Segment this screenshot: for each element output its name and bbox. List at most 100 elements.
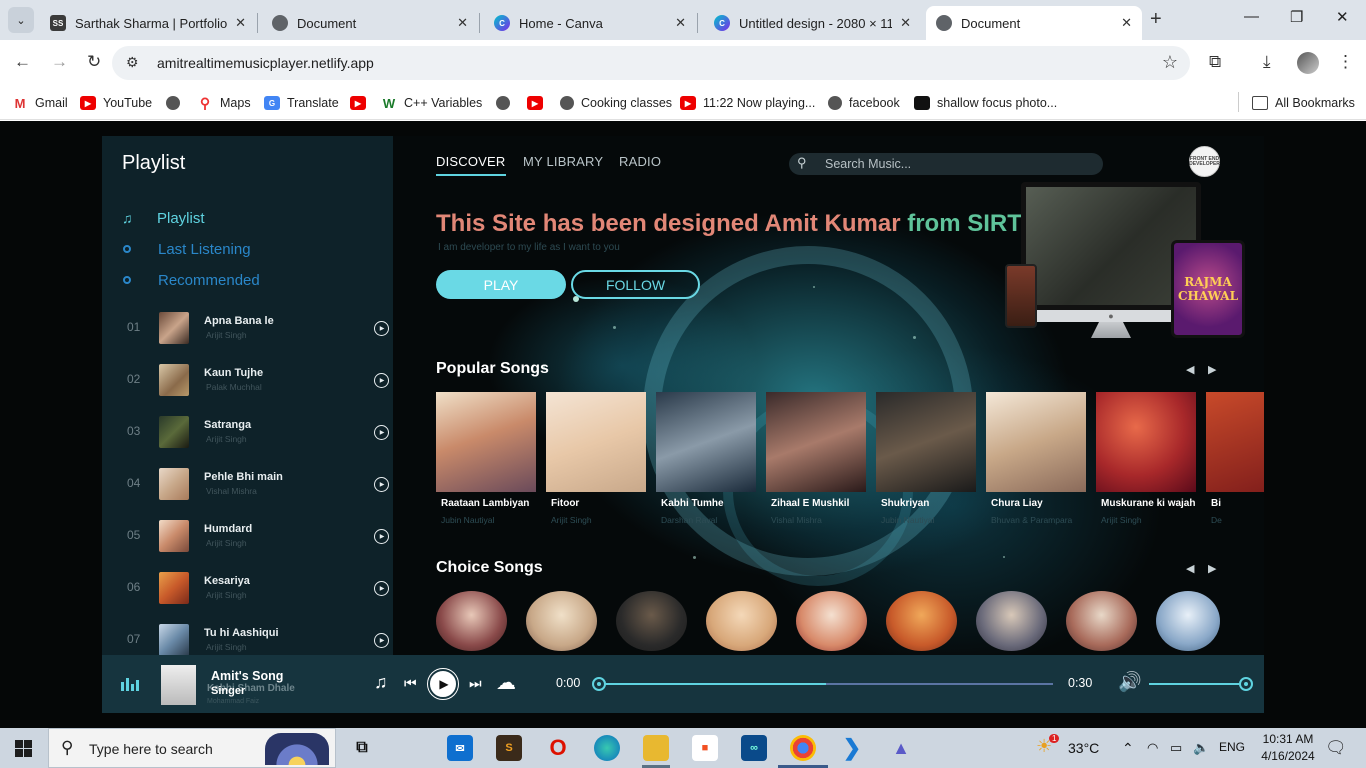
profile-avatar[interactable] — [1297, 52, 1319, 74]
close-window-button[interactable]: ✕ — [1336, 8, 1349, 26]
bookmark-translate[interactable]: G Translate — [264, 93, 339, 113]
minimize-button[interactable]: — — [1244, 8, 1259, 25]
choice-song-circle[interactable] — [796, 591, 867, 651]
carousel-prev-icon[interactable]: ◀ — [1186, 562, 1194, 575]
back-icon[interactable]: ← — [14, 52, 31, 72]
bookmark-globe-2[interactable] — [496, 93, 517, 113]
tab-search-button[interactable]: ⌄ — [8, 7, 34, 33]
close-tab-icon[interactable]: ✕ — [1121, 15, 1132, 31]
battery-icon[interactable]: ▭ — [1170, 740, 1182, 756]
choice-song-circle[interactable] — [1066, 591, 1137, 651]
follow-button[interactable]: FOLLOW — [571, 270, 700, 299]
site-info-icon[interactable]: ⚙ — [126, 54, 139, 71]
carousel-prev-icon[interactable]: ◀ — [1186, 363, 1194, 376]
tab-my-library[interactable]: MY LIBRARY — [523, 154, 603, 169]
address-bar[interactable]: ⚙ amitrealtimemusicplayer.netlify.app ☆ — [112, 46, 1190, 80]
song-card[interactable]: Raataan Lambiyan Jubin Nautiyal — [436, 392, 536, 525]
taskbar-search-box[interactable]: ⚲ Type here to search — [48, 728, 336, 768]
song-card[interactable]: Muskurane ki wajah Arijit Singh — [1096, 392, 1196, 525]
microsoft-store-icon[interactable]: ■ — [692, 735, 718, 761]
close-tab-icon[interactable]: ✕ — [235, 15, 246, 31]
sublime-text-icon[interactable]: S — [496, 735, 522, 761]
vscode-icon[interactable]: ❯ — [839, 735, 865, 761]
volume-handle[interactable] — [1239, 677, 1253, 691]
tab-discover[interactable]: DISCOVER — [436, 154, 506, 176]
choice-song-circle[interactable] — [1156, 591, 1220, 651]
skip-next-icon[interactable]: ⏭ — [469, 675, 482, 692]
opera-icon[interactable]: O — [545, 735, 571, 761]
song-card[interactable]: Kabhi Tumhe Darshan Raval — [656, 392, 756, 525]
choice-song-circle[interactable] — [886, 591, 957, 651]
browser-tab[interactable]: C Home - Canva ✕ — [484, 6, 696, 40]
restore-button[interactable]: ❐ — [1290, 8, 1303, 26]
bookmark-youtube-3[interactable]: ▶ — [527, 93, 550, 113]
playlist-row[interactable]: 02 Kaun Tujhe Palak Muchhal ▶ — [102, 360, 393, 400]
file-explorer-icon[interactable] — [643, 735, 669, 761]
song-card[interactable]: Shukriyan Jubin Nautiyal — [876, 392, 976, 525]
forward-icon[interactable]: → — [51, 52, 68, 72]
choice-song-circle[interactable] — [436, 591, 507, 651]
browser-tab[interactable]: C Untitled design - 2080 × 115 ✕ — [704, 6, 921, 40]
notification-icon[interactable]: 🗨 — [1325, 738, 1347, 758]
all-bookmarks-button[interactable]: All Bookmarks — [1252, 93, 1355, 113]
remote-app-icon[interactable]: ∞ — [741, 735, 767, 761]
bookmark-shallow-focus[interactable]: shallow focus photo... — [914, 93, 1057, 113]
song-card[interactable]: Zihaal E Mushkil Vishal Mishra — [766, 392, 866, 525]
language-indicator[interactable]: ENG — [1219, 740, 1245, 754]
song-card[interactable]: Bi De — [1206, 392, 1264, 525]
new-tab-button[interactable]: + — [1150, 8, 1162, 31]
extensions-icon[interactable]: ⧉ — [1209, 52, 1221, 72]
playlist-row[interactable]: 07 Tu hi Aashiqui Arijit Singh ▶ — [102, 620, 393, 655]
browser-tab[interactable]: Document ✕ — [262, 6, 478, 40]
choice-song-circle[interactable] — [976, 591, 1047, 651]
chrome-icon[interactable] — [790, 735, 816, 761]
download-icon[interactable]: ⤓ — [1263, 52, 1271, 72]
bookmark-youtube-2[interactable]: ▶ — [350, 93, 373, 113]
playlist-row[interactable]: 03 Satranga Arijit Singh ▶ — [102, 412, 393, 452]
carousel-next-icon[interactable]: ▶ — [1208, 562, 1216, 575]
speaker-icon[interactable]: 🔈 — [1193, 740, 1209, 756]
play-button[interactable]: PLAY — [436, 270, 566, 299]
app-triangle-icon[interactable]: ▲ — [888, 735, 914, 761]
taskbar-clock[interactable]: 10:31 AM 4/16/2024 — [1256, 731, 1320, 765]
play-circle-icon[interactable]: ▶ — [374, 477, 389, 492]
play-circle-icon[interactable]: ▶ — [374, 425, 389, 440]
song-card[interactable]: Fitoor Arijit Singh — [546, 392, 646, 525]
more-menu-icon[interactable]: ⋮ — [1337, 52, 1354, 72]
sidebar-item-recommended[interactable]: Recommended — [122, 270, 260, 290]
song-card[interactable]: Chura Liay Bhuvan & Parampara — [986, 392, 1086, 525]
browser-tab[interactable]: SS Sarthak Sharma | Portfolio ✕ — [40, 6, 256, 40]
download-cloud-icon[interactable]: ☁ — [496, 670, 516, 695]
mail-icon[interactable]: ✉ — [447, 735, 473, 761]
volume-track[interactable] — [1149, 683, 1246, 685]
task-view-icon[interactable]: ⧉ — [349, 735, 375, 761]
bookmark-facebook[interactable]: facebook — [828, 93, 900, 113]
sidebar-item-last-listening[interactable]: Last Listening — [122, 239, 251, 259]
play-circle-icon[interactable]: ▶ — [374, 373, 389, 388]
play-circle-icon[interactable]: ▶ — [374, 581, 389, 596]
tab-radio[interactable]: RADIO — [619, 154, 661, 169]
bookmark-cpp-variables[interactable]: W C++ Variables — [381, 93, 482, 113]
reload-icon[interactable]: ↻ — [87, 52, 101, 72]
chevron-up-icon[interactable]: ⌃ — [1122, 740, 1134, 757]
playlist-row[interactable]: 04 Pehle Bhi main Vishal Mishra ▶ — [102, 464, 393, 504]
choice-song-circle[interactable] — [616, 591, 687, 651]
music-note-icon[interactable]: ♫ — [374, 672, 388, 693]
browser-tab-active[interactable]: Document ✕ — [926, 6, 1142, 40]
sidebar-item-playlist[interactable]: ♫ Playlist — [122, 208, 205, 228]
skip-previous-icon[interactable]: ⏮ — [404, 675, 417, 692]
playlist-row[interactable]: 06 Kesariya Arijit Singh ▶ — [102, 568, 393, 608]
bookmark-star-icon[interactable]: ☆ — [1162, 52, 1178, 73]
bookmark-now-playing[interactable]: ▶ 11:22 Now playing... — [680, 93, 815, 113]
bookmark-youtube[interactable]: ▶ YouTube — [80, 93, 152, 113]
play-circle-icon[interactable]: ▶ — [374, 529, 389, 544]
bookmark-cooking-classes[interactable]: Cooking classes — [560, 93, 672, 113]
bookmark-gmail[interactable]: M Gmail — [12, 93, 68, 113]
play-circle-icon[interactable]: ▶ — [374, 321, 389, 336]
playlist-row[interactable]: 01 Apna Bana le Arijit Singh ▶ — [102, 308, 393, 348]
edge-icon[interactable] — [594, 735, 620, 761]
close-tab-icon[interactable]: ✕ — [457, 15, 468, 31]
url-text[interactable]: amitrealtimemusicplayer.netlify.app — [157, 55, 374, 71]
playlist-row[interactable]: 05 Humdard Arijit Singh ▶ — [102, 516, 393, 556]
bookmark-maps[interactable]: ⚲ Maps — [197, 93, 251, 113]
